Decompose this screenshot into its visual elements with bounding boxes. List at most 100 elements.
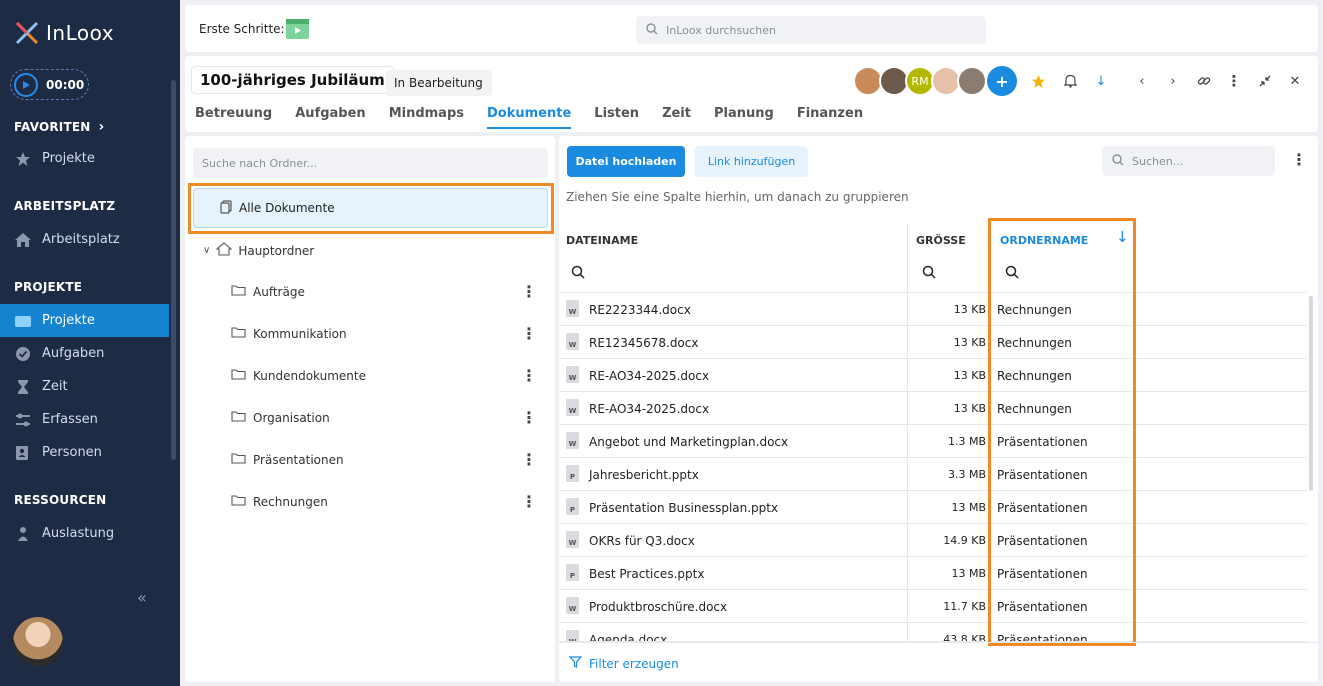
word-file-icon: W — [566, 597, 579, 614]
tab-finanzen[interactable]: Finanzen — [797, 106, 863, 129]
table-row[interactable]: W RE12345678.docx 13 KB Rechnungen — [559, 326, 1307, 359]
sidebar-item-favorite-projekte[interactable]: Projekte — [0, 142, 169, 175]
file-name[interactable]: RE-AO34-2025.docx — [589, 369, 709, 383]
create-filter-link[interactable]: Filter erzeugen — [568, 656, 679, 671]
projects-title: PROJEKTE — [14, 280, 83, 294]
bell-icon[interactable] — [1060, 71, 1080, 91]
home-icon — [215, 242, 233, 259]
tab-zeit[interactable]: Zeit — [662, 106, 691, 129]
chevron-left-icon[interactable]: ‹ — [1132, 71, 1152, 91]
folder-item[interactable]: Aufträge ⋮ — [231, 282, 537, 301]
link-icon[interactable] — [1194, 71, 1214, 91]
star-icon — [14, 150, 32, 168]
chevron-right-icon: › — [98, 119, 105, 135]
table-row[interactable]: P Best Practices.pptx 13 MB Präsentationen — [559, 557, 1307, 590]
more-vertical-icon[interactable]: ⋮ — [521, 324, 537, 343]
sidebar-item-zeit[interactable]: Zeit — [0, 370, 169, 403]
close-icon[interactable]: ✕ — [1285, 71, 1305, 91]
table-row[interactable]: W RE2223344.docx 13 KB Rechnungen — [559, 293, 1307, 326]
file-name[interactable]: RE2223344.docx — [589, 303, 691, 317]
search-icon[interactable] — [922, 265, 936, 279]
video-clapper-icon[interactable] — [286, 19, 309, 39]
file-name[interactable]: RE-AO34-2025.docx — [589, 402, 709, 416]
global-search-input[interactable]: InLoox durchsuchen — [636, 16, 986, 44]
file-name[interactable]: Präsentation Businessplan.pptx — [589, 501, 778, 515]
powerpoint-file-icon: P — [566, 564, 579, 581]
sidebar-item-auslastung[interactable]: Auslastung — [0, 517, 169, 550]
folder-search-input[interactable]: Suche nach Ordner... — [193, 148, 548, 178]
tab-listen[interactable]: Listen — [594, 106, 639, 129]
table-row[interactable]: P Jahresbericht.pptx 3.3 MB Präsentationen — [559, 458, 1307, 491]
sidebar-item-label: Aufgaben — [42, 346, 105, 361]
column-header-size[interactable]: GRÖSSE — [916, 234, 966, 247]
document-search-input[interactable]: Suchen... — [1102, 146, 1275, 176]
table-row[interactable]: W Agenda.docx 43.8 KB Präsentationen — [559, 623, 1307, 642]
file-name[interactable]: Produktbroschüre.docx — [589, 600, 727, 614]
folder-item[interactable]: Präsentationen ⋮ — [231, 450, 537, 469]
chevron-right-icon[interactable]: › — [1163, 71, 1183, 91]
chevron-down-icon[interactable]: ∨ — [203, 245, 210, 256]
more-vertical-icon[interactable]: ⋮ — [521, 450, 537, 469]
sidebar-item-personen[interactable]: Personen — [0, 436, 169, 469]
more-vertical-icon[interactable]: ⋮ — [521, 282, 537, 301]
contacts-icon — [14, 444, 32, 462]
file-name[interactable]: Jahresbericht.pptx — [589, 468, 699, 482]
table-row[interactable]: W RE-AO34-2025.docx 13 KB Rechnungen — [559, 359, 1307, 392]
user-avatar[interactable] — [13, 617, 63, 667]
file-name[interactable]: Best Practices.pptx — [589, 567, 704, 581]
sidebar-item-projekte[interactable]: Projekte — [0, 304, 169, 337]
tab-betreuung[interactable]: Betreuung — [195, 106, 272, 129]
table-scrollbar[interactable] — [1309, 296, 1313, 491]
play-icon[interactable] — [14, 72, 38, 97]
sidebar-item-arbeitsplatz[interactable]: Arbeitsplatz — [0, 223, 169, 256]
tab-planung[interactable]: Planung — [714, 106, 774, 129]
file-name[interactable]: OKRs für Q3.docx — [589, 534, 695, 548]
timer-widget[interactable]: 00:00 — [10, 69, 89, 100]
more-vertical-icon[interactable]: ⋮ — [521, 492, 537, 511]
tab-mindmaps[interactable]: Mindmaps — [389, 106, 464, 129]
minimize-icon[interactable] — [1255, 71, 1275, 91]
avatar[interactable] — [957, 66, 987, 96]
file-name[interactable]: RE12345678.docx — [589, 336, 698, 350]
search-icon[interactable] — [571, 265, 585, 279]
tab-aufgaben[interactable]: Aufgaben — [295, 106, 365, 129]
check-circle-icon — [14, 345, 32, 363]
sidebar-item-erfassen[interactable]: Erfassen — [0, 403, 169, 436]
add-member-button[interactable]: + — [987, 66, 1017, 96]
table-row[interactable]: W RE-AO34-2025.docx 13 KB Rechnungen — [559, 392, 1307, 425]
tree-root-item[interactable]: ∨ Hauptordner — [203, 242, 314, 259]
table-row[interactable]: W Angebot und Marketingplan.docx 1.3 MB Prä… — [559, 425, 1307, 458]
group-by-hint[interactable]: Ziehen Sie eine Spalte hierhin, um danac… — [566, 190, 909, 204]
table-row[interactable]: W OKRs für Q3.docx 14.9 KB Präsentationen — [559, 524, 1307, 557]
more-vertical-icon[interactable]: ⋮ — [1291, 150, 1307, 169]
tree-root-label: Hauptordner — [238, 243, 315, 258]
folder-item[interactable]: Organisation ⋮ — [231, 408, 537, 427]
folder-icon — [231, 410, 246, 425]
project-status-badge[interactable]: In Bearbeitung — [385, 70, 492, 96]
folder-item[interactable]: Kundendokumente ⋮ — [231, 366, 537, 385]
more-vertical-icon[interactable]: ⋮ — [1224, 71, 1244, 91]
tab-dokumente[interactable]: Dokumente — [487, 106, 572, 129]
upload-file-button[interactable]: Datei hochladen — [567, 146, 685, 177]
more-vertical-icon[interactable]: ⋮ — [521, 408, 537, 427]
add-link-button[interactable]: Link hinzufügen — [695, 146, 808, 177]
sidebar-item-aufgaben[interactable]: Aufgaben — [0, 337, 169, 370]
folder-item[interactable]: Kommunikation ⋮ — [231, 324, 537, 343]
team-avatars[interactable]: RM — [853, 66, 987, 96]
table-row[interactable]: P Präsentation Businessplan.pptx 13 MB Präs… — [559, 491, 1307, 524]
star-icon[interactable] — [1028, 71, 1048, 91]
download-icon[interactable]: ↓ — [1091, 71, 1111, 91]
favorites-section[interactable]: FAVORITEN › — [14, 119, 105, 135]
favorites-title: FAVORITEN — [14, 120, 91, 134]
sidebar-item-label: Auslastung — [42, 526, 115, 541]
logo[interactable]: InLoox — [14, 20, 114, 46]
sidebar-scrollbar[interactable] — [171, 80, 176, 460]
top-bar: Erste Schritte: InLoox durchsuchen — [185, 5, 1318, 52]
folder-item[interactable]: Rechnungen ⋮ — [231, 492, 537, 511]
table-row[interactable]: W Produktbroschüre.docx 11.7 KB Präsentatio… — [559, 590, 1307, 623]
file-name[interactable]: Angebot und Marketingplan.docx — [589, 435, 788, 449]
collapse-sidebar-icon[interactable]: « — [137, 588, 147, 607]
project-title[interactable]: 100-jähriges Jubiläum — [191, 66, 394, 94]
column-header-filename[interactable]: DATEINAME — [566, 234, 638, 247]
more-vertical-icon[interactable]: ⋮ — [521, 366, 537, 385]
